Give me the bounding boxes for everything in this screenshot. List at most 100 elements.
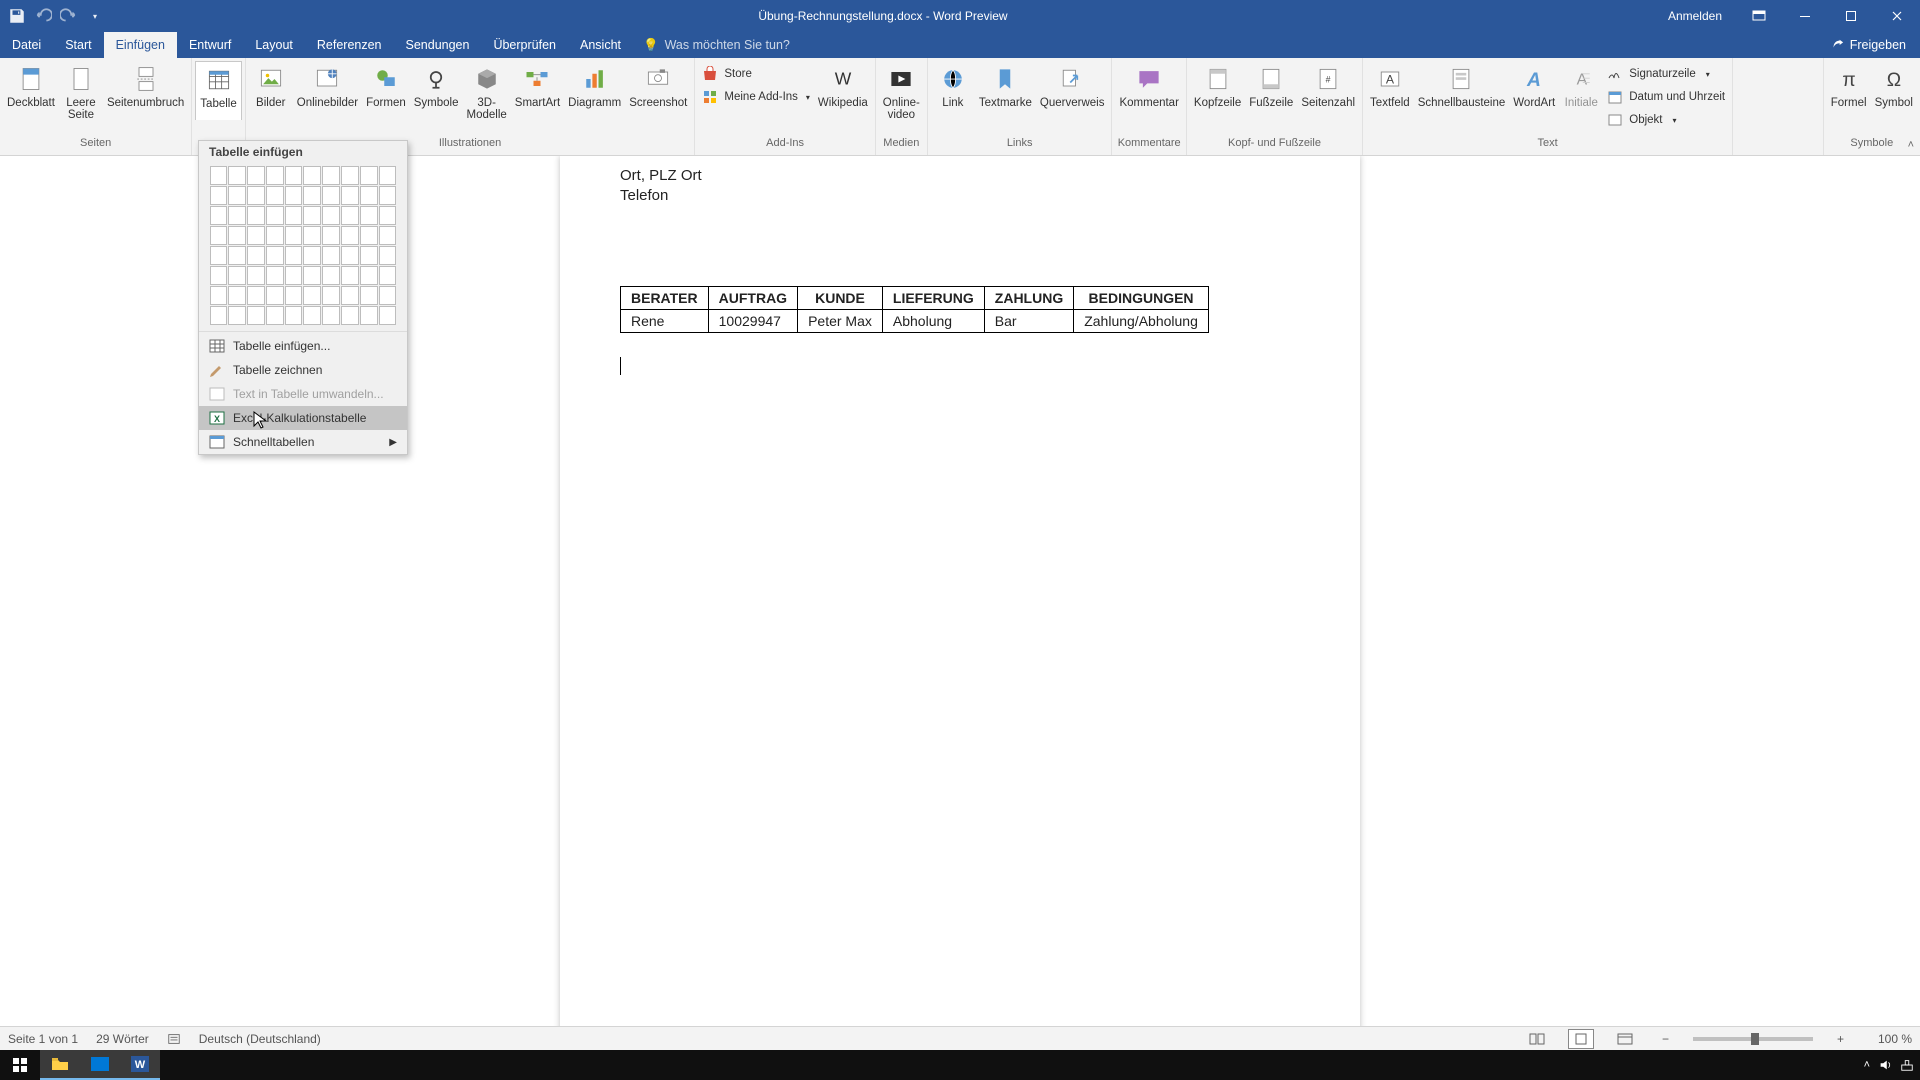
seitenumbruch-button[interactable]: Seitenumbruch xyxy=(103,61,188,111)
maximize-button[interactable] xyxy=(1828,0,1874,32)
wikipedia-button[interactable]: WWikipedia xyxy=(814,61,872,111)
tab-referenzen[interactable]: Referenzen xyxy=(305,32,394,58)
kommentar-button[interactable]: Kommentar xyxy=(1115,61,1182,111)
tabelle-button[interactable]: Tabelle xyxy=(195,61,241,120)
signaturzeile-button[interactable]: Signaturzeile▾ xyxy=(1607,63,1725,85)
taskbar-word[interactable]: W xyxy=(120,1050,160,1080)
undo-icon[interactable] xyxy=(34,7,52,25)
formel-button[interactable]: πFormel xyxy=(1827,61,1871,111)
taskbar-explorer[interactable] xyxy=(40,1050,80,1080)
qat-more-icon[interactable]: ▾ xyxy=(86,7,104,25)
zoom-in-button[interactable]: + xyxy=(1831,1032,1850,1046)
tab-ansicht[interactable]: Ansicht xyxy=(568,32,633,58)
tray-chevron-icon[interactable]: ˄ xyxy=(1864,1059,1870,1071)
status-page[interactable]: Seite 1 von 1 xyxy=(8,1032,78,1046)
3d-modelle-button[interactable]: 3D- Modelle xyxy=(463,61,511,123)
diagramm-button[interactable]: Diagramm xyxy=(564,61,625,111)
page-number-icon: # xyxy=(1312,63,1344,95)
start-button[interactable] xyxy=(0,1050,40,1080)
schnellbausteine-button[interactable]: Schnellbausteine xyxy=(1414,61,1510,111)
excel-icon: X xyxy=(209,410,225,426)
menu-convert-text: Text in Tabelle umwandeln... xyxy=(199,382,407,406)
minimize-button[interactable] xyxy=(1782,0,1828,32)
addins-icon xyxy=(702,89,718,105)
tray-volume-icon[interactable] xyxy=(1878,1058,1892,1072)
convert-text-icon xyxy=(209,386,225,402)
save-icon[interactable] xyxy=(8,7,26,25)
status-language[interactable]: Deutsch (Deutschland) xyxy=(199,1032,321,1046)
zoom-slider[interactable] xyxy=(1693,1037,1813,1041)
symbole-button[interactable]: Symbole xyxy=(410,61,463,111)
svg-text:A: A xyxy=(1526,70,1541,91)
tab-ueberpruefen[interactable]: Überprüfen xyxy=(481,32,568,58)
objekt-button[interactable]: Objekt▾ xyxy=(1607,109,1725,131)
formen-button[interactable]: Formen xyxy=(362,61,410,111)
tab-datei[interactable]: Datei xyxy=(0,32,53,58)
col-header-auftrag: AUFTRAG xyxy=(708,287,797,310)
collapse-ribbon-icon[interactable]: ˄ xyxy=(1908,139,1914,151)
smartart-button[interactable]: SmartArt xyxy=(511,61,564,111)
menu-draw-table[interactable]: Tabelle zeichnen xyxy=(199,358,407,382)
bilder-button[interactable]: Bilder xyxy=(249,61,293,111)
wordart-button[interactable]: AWordArt xyxy=(1509,61,1559,111)
table-size-grid[interactable] xyxy=(199,165,407,329)
tab-layout[interactable]: Layout xyxy=(243,32,305,58)
ribbon-display-icon[interactable] xyxy=(1736,0,1782,32)
taskbar-app-1[interactable] xyxy=(80,1050,120,1080)
share-button[interactable]: Freigeben xyxy=(1816,32,1920,58)
group-kopfzeile: Kopfzeile Fußzeile #Seitenzahl Kopf- und… xyxy=(1187,58,1363,155)
cover-page-icon xyxy=(15,63,47,95)
zoom-level[interactable]: 100 % xyxy=(1868,1032,1912,1046)
onlinevideo-button[interactable]: Online- video xyxy=(879,61,924,123)
status-words[interactable]: 29 Wörter xyxy=(96,1032,149,1046)
tray-network-icon[interactable] xyxy=(1900,1058,1914,1072)
kopfzeile-button[interactable]: Kopfzeile xyxy=(1190,61,1245,111)
datum-uhrzeit-button[interactable]: Datum und Uhrzeit xyxy=(1607,86,1725,108)
screenshot-button[interactable]: Screenshot xyxy=(625,61,691,111)
document-page[interactable]: Ort, PLZ Ort Telefon BERATER AUFTRAG KUN… xyxy=(560,156,1360,1056)
tell-me-search[interactable]: 💡 Was möchten Sie tun? xyxy=(633,32,800,58)
leere-seite-button[interactable]: Leere Seite xyxy=(59,61,103,123)
date-icon xyxy=(1607,89,1623,105)
tab-start[interactable]: Start xyxy=(53,32,103,58)
tab-entwurf[interactable]: Entwurf xyxy=(177,32,243,58)
status-proofing-icon[interactable] xyxy=(167,1032,181,1046)
initiale-button[interactable]: AInitiale xyxy=(1559,61,1603,111)
deckblatt-button[interactable]: Deckblatt xyxy=(3,61,59,111)
symbol-button[interactable]: ΩSymbol xyxy=(1871,61,1917,111)
share-icon xyxy=(1830,38,1844,52)
store-button[interactable]: Store xyxy=(702,63,810,85)
onlinebilder-button[interactable]: Onlinebilder xyxy=(293,61,362,111)
view-web-layout[interactable] xyxy=(1612,1029,1638,1049)
group-label-symbole: Symbole xyxy=(1824,137,1920,155)
tab-einfuegen[interactable]: Einfügen xyxy=(104,32,177,58)
zoom-out-button[interactable]: − xyxy=(1656,1032,1675,1046)
screenshot-icon xyxy=(642,63,674,95)
redo-icon[interactable] xyxy=(60,7,78,25)
textfeld-button[interactable]: ATextfeld xyxy=(1366,61,1414,111)
seitenzahl-button[interactable]: #Seitenzahl xyxy=(1297,61,1359,111)
sign-in-link[interactable]: Anmelden xyxy=(1654,9,1736,23)
menu-quick-tables[interactable]: Schnelltabellen▶ xyxy=(199,430,407,454)
my-addins-button[interactable]: Meine Add-Ins▾ xyxy=(702,86,810,108)
view-read-mode[interactable] xyxy=(1524,1029,1550,1049)
table-menu-header: Tabelle einfügen xyxy=(199,141,407,165)
table-row: Rene 10029947 Peter Max Abholung Bar Zah… xyxy=(621,310,1209,333)
link-button[interactable]: Link xyxy=(931,61,975,111)
symbol-icon: Ω xyxy=(1878,63,1910,95)
tab-sendungen[interactable]: Sendungen xyxy=(394,32,482,58)
group-label-addins: Add-Ins xyxy=(695,137,874,155)
chart-icon xyxy=(579,63,611,95)
view-print-layout[interactable] xyxy=(1568,1029,1594,1049)
col-header-kunde: KUNDE xyxy=(798,287,883,310)
store-icon xyxy=(702,66,718,82)
close-button[interactable] xyxy=(1874,0,1920,32)
comment-icon xyxy=(1133,63,1165,95)
fusszeile-button[interactable]: Fußzeile xyxy=(1245,61,1297,111)
textmarke-button[interactable]: Textmarke xyxy=(975,61,1036,111)
taskbar: W ˄ xyxy=(0,1050,1920,1080)
menu-insert-table[interactable]: Tabelle einfügen... xyxy=(199,334,407,358)
querverweis-button[interactable]: Querverweis xyxy=(1036,61,1109,111)
menu-excel-spreadsheet[interactable]: XExcel-Kalkulationstabelle xyxy=(199,406,407,430)
window-title: Übung-Rechnungstellung.docx - Word Previ… xyxy=(112,9,1654,23)
